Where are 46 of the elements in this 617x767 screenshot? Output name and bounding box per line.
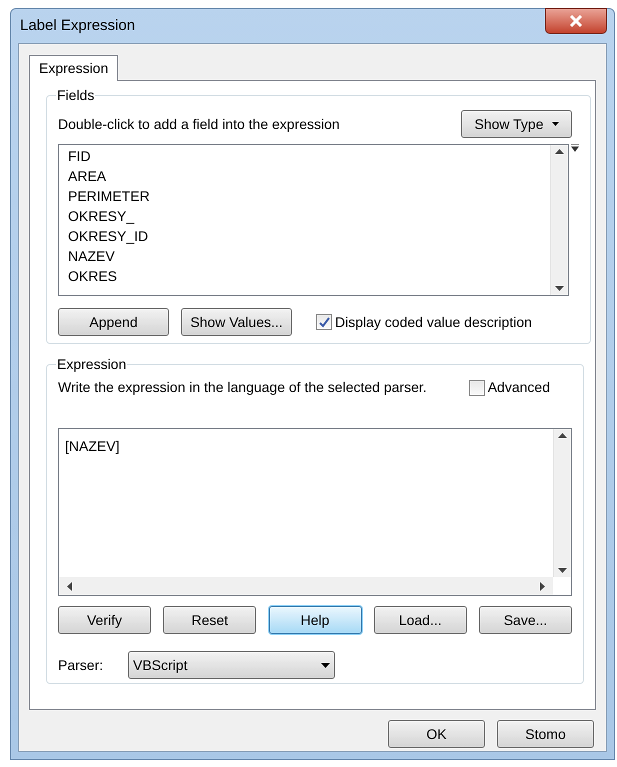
show-type-dropdown[interactable]: Show Type — [461, 110, 572, 138]
field-item[interactable]: OKRES — [68, 268, 118, 288]
checkbox[interactable] — [468, 380, 485, 396]
scroll-down-icon — [555, 286, 564, 291]
vertical-scrollbar[interactable] — [550, 145, 568, 295]
field-item[interactable]: OKRESY_ID — [68, 228, 148, 248]
parser-label: Parser: — [58, 656, 104, 674]
expression-button[interactable]: Verify — [58, 606, 151, 634]
vertical-scrollbar[interactable] — [553, 429, 571, 577]
scroll-down-icon — [558, 568, 567, 573]
checkbox-label: Display coded value description — [335, 312, 532, 332]
dialog-button[interactable]: Stomo — [497, 720, 594, 748]
checkmark-icon — [318, 316, 330, 328]
field-item[interactable]: OKRESY_ — [68, 208, 134, 228]
checkbox[interactable] — [316, 314, 332, 330]
scroll-left-icon — [67, 582, 72, 590]
expression-text: [NAZEV] — [65, 438, 120, 454]
expression-button[interactable]: Save... — [479, 606, 572, 634]
window-title: Label Expression — [19, 16, 136, 36]
field-item[interactable]: NAZEV — [68, 248, 115, 268]
dialog-button[interactable]: OK — [388, 720, 485, 748]
expression-button[interactable]: Help — [268, 606, 362, 634]
field-item[interactable]: FID — [68, 148, 91, 168]
expression-button[interactable]: Load... — [374, 606, 467, 634]
parser-dropdown[interactable]: VBScript — [128, 651, 335, 679]
scroll-up-icon — [555, 149, 564, 154]
expression-input[interactable]: [NAZEV] — [58, 428, 572, 596]
fields-hint: Double-click to add a field into the expression — [58, 114, 340, 134]
expression-button[interactable]: Reset — [163, 606, 256, 634]
horizontal-scrollbar[interactable] — [59, 577, 553, 595]
scroll-right-icon — [540, 582, 545, 590]
caret-icon — [552, 122, 558, 126]
checkbox-label: Advanced — [488, 378, 550, 397]
group-title: Expression — [56, 355, 128, 374]
expression-hint: Write the expression in the language of the selected parser. — [58, 378, 427, 397]
tab[interactable]: Expression — [29, 55, 118, 81]
sort-icon — [571, 144, 579, 152]
caret-icon — [321, 662, 330, 668]
append-button[interactable]: Append — [58, 308, 169, 336]
scroll-up-icon — [558, 433, 567, 438]
group-title: Fields — [56, 86, 96, 105]
close-icon — [569, 15, 583, 27]
show-values-button[interactable]: Show Values... — [181, 308, 292, 336]
close-button[interactable] — [545, 8, 607, 34]
field-item[interactable]: PERIMETER — [68, 188, 150, 208]
field-item[interactable]: AREA — [68, 168, 106, 188]
